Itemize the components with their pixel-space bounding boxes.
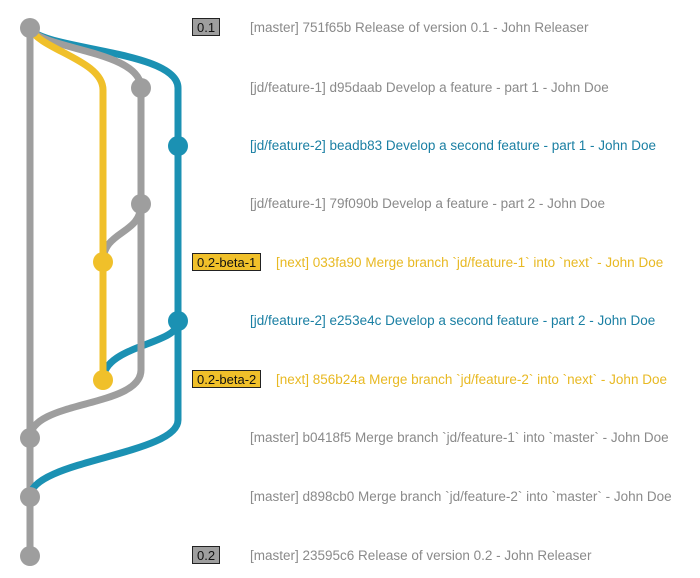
node-d95daab[interactable] [131, 78, 151, 98]
node-d898cb0[interactable] [20, 487, 40, 507]
node-79f090b[interactable] [131, 194, 151, 214]
commit-message[interactable]: [jd/feature-2] e253e4c Develop a second … [250, 311, 655, 331]
edge-next [26, 24, 107, 384]
commit-message[interactable]: [master] b0418f5 Merge branch `jd/featur… [250, 428, 669, 448]
git-graph: 0.1 0.2-beta-1 0.2-beta-2 0.2 [master] 7… [0, 0, 700, 578]
node-23595c6[interactable] [20, 546, 40, 566]
commit-message[interactable]: [jd/feature-1] d95daab Develop a feature… [250, 78, 609, 98]
commit-message[interactable]: [jd/feature-2] beadb83 Develop a second … [250, 136, 656, 156]
node-beadb83[interactable] [168, 136, 188, 156]
node-e253e4c[interactable] [168, 311, 188, 331]
tag-0-1[interactable]: 0.1 [192, 18, 221, 36]
commit-message[interactable]: [next] 856b24a Merge branch `jd/feature-… [276, 370, 667, 390]
commit-message[interactable]: [master] 751f65b Release of version 0.1 … [250, 18, 588, 38]
tag-0-2[interactable]: 0.2 [192, 546, 221, 564]
commit-message[interactable]: [next] 033fa90 Merge branch `jd/feature-… [276, 253, 663, 273]
node-751f65b[interactable] [20, 18, 40, 38]
commit-message[interactable]: [jd/feature-1] 79f090b Develop a feature… [250, 194, 605, 214]
commit-message[interactable]: [master] d898cb0 Merge branch `jd/featur… [250, 487, 672, 507]
edge-feature-1-into-next [99, 203, 145, 263]
node-b0418f5[interactable] [20, 428, 40, 448]
commit-message[interactable]: [master] 23595c6 Release of version 0.2 … [250, 546, 591, 566]
tag-0-2-beta-2[interactable]: 0.2-beta-2 [192, 370, 262, 388]
node-856b24a[interactable] [93, 370, 113, 390]
node-033fa90[interactable] [93, 252, 113, 272]
tag-0-2-beta-1[interactable]: 0.2-beta-1 [192, 253, 262, 271]
